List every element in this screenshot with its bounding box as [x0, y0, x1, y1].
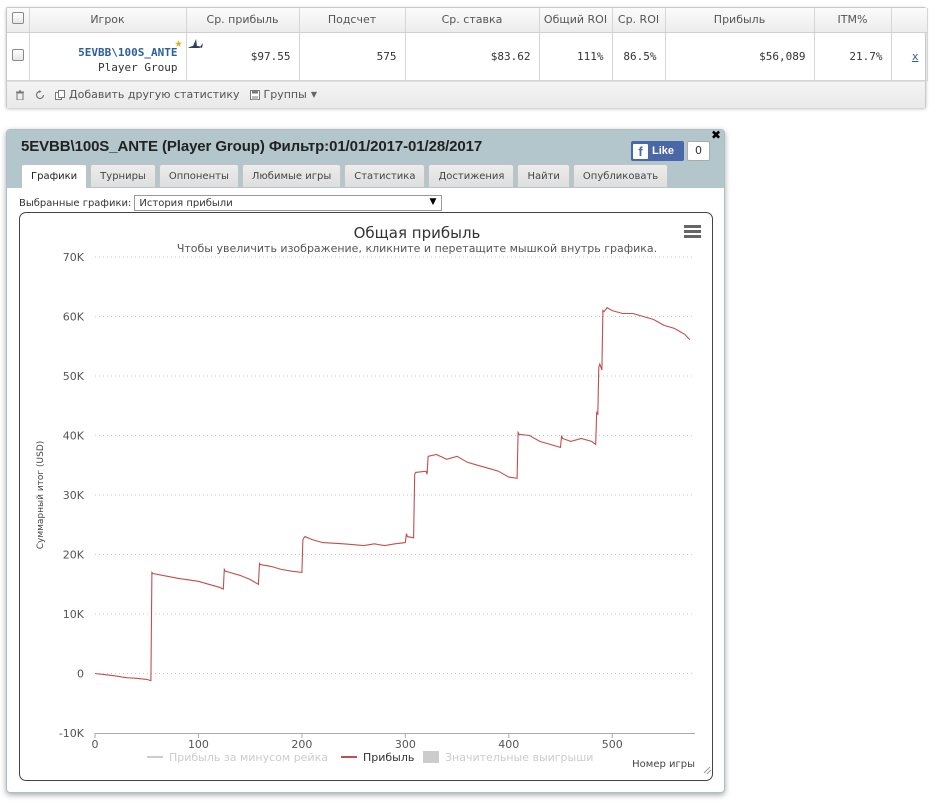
cell-avg-roi: 86.5%: [612, 32, 666, 81]
select-all-cell: [7, 8, 30, 33]
row-checkbox[interactable]: [11, 48, 24, 61]
col-header-count[interactable]: Подсчет: [299, 8, 406, 33]
col-header-avg-stake[interactable]: Ср. ставка: [405, 8, 540, 33]
tab-favorite-games[interactable]: Любимые игры: [241, 164, 342, 187]
y-tick-label: 70K: [63, 251, 85, 264]
copy-icon: [55, 89, 65, 100]
col-header-player[interactable]: Игрок: [29, 8, 187, 33]
tab-tournaments[interactable]: Турниры: [90, 164, 156, 187]
chart-selector-label: Выбранные графики:: [19, 197, 132, 209]
legend-item-profit: Прибыль: [363, 751, 414, 764]
cell-avg-stake: $83.62: [405, 32, 540, 81]
caret-down-icon: ▼: [310, 90, 317, 99]
col-header-itm[interactable]: ITM%: [814, 8, 892, 33]
save-icon: [249, 89, 260, 100]
x-tick-label: 400: [498, 738, 519, 751]
y-tick-label: 50K: [63, 370, 85, 383]
player-cell: ★ 5EVBB\100S_ANTE Player Group: [29, 32, 203, 81]
groups-label: Группы: [263, 88, 307, 101]
profit-series-line: [94, 306, 691, 682]
close-icon[interactable]: ✖: [711, 128, 721, 142]
legend-item-rake: Прибыль за минусом рейка: [169, 751, 328, 764]
table-header-row: Игрок Ср. прибыль Подсчет Ср. ставка Общ…: [7, 8, 928, 33]
col-header-profit[interactable]: Прибыль: [665, 8, 815, 33]
chart-select-value: История прибыли: [139, 197, 233, 209]
chart-title: Общая прибыль: [354, 224, 481, 242]
chart-selector-row: Выбранные графики: История прибыли ▼: [19, 195, 443, 211]
panel-tabs: Графики Турниры Оппоненты Любимые игры С…: [21, 164, 669, 188]
tab-achievements[interactable]: Достижения: [428, 164, 515, 187]
chart-menu-icon-bar-1: [684, 230, 701, 233]
stats-panel: Игрок Ср. прибыль Подсчет Ср. ставка Общ…: [6, 7, 928, 108]
facebook-like-count: 0: [687, 141, 710, 161]
chart-svg[interactable]: Общая прибыльЧтобы увеличить изображение…: [20, 213, 712, 780]
facebook-like-button[interactable]: f Like: [631, 141, 684, 161]
x-axis-label: Номер игры: [632, 759, 695, 770]
player-group-label: Player Group: [98, 61, 178, 74]
legend-swatch-big-wins: [423, 751, 439, 763]
col-header-avg-profit[interactable]: Ср. прибыль: [186, 8, 300, 33]
x-tick-label: 500: [602, 738, 623, 751]
facebook-like-label: Like: [652, 145, 675, 157]
player-name-link[interactable]: 5EVBB\100S_ANTE: [38, 46, 177, 59]
col-header-avg-roi[interactable]: Ср. ROI: [612, 8, 666, 33]
cell-count: 575: [299, 32, 406, 81]
tab-opponents[interactable]: Оппоненты: [158, 164, 239, 187]
col-header-total-roi[interactable]: Общий ROI: [539, 8, 613, 33]
x-tick-label: 200: [291, 738, 312, 751]
legend-item-big-wins: Значительные выигрыши: [445, 751, 593, 764]
y-tick-label: 10K: [63, 608, 85, 621]
tab-publish[interactable]: Опубликовать: [572, 164, 669, 187]
panel-title: 5EVBB\100S_ANTE (Player Group) Фильтр:01…: [21, 138, 483, 155]
stats-toolbar: Добавить другую статистику Группы ▼: [7, 80, 925, 108]
resize-grip-icon: [703, 766, 712, 775]
panel-header: 5EVBB\100S_ANTE (Player Group) Фильтр:01…: [7, 128, 724, 188]
cell-itm: 21.7%: [814, 32, 892, 81]
refresh-button[interactable]: [35, 89, 45, 100]
y-axis-label: Суммарный итог (USD): [36, 441, 46, 550]
tab-find[interactable]: Найти: [517, 164, 570, 187]
chart-select[interactable]: История прибыли ▼: [134, 195, 443, 211]
chart-menu-icon-bar-2: [684, 235, 701, 238]
facebook-icon: f: [633, 143, 648, 159]
y-tick-label: 60K: [63, 311, 85, 324]
col-header-actions: [891, 8, 928, 33]
y-tick-label: 40K: [63, 430, 85, 443]
tab-charts[interactable]: Графики: [21, 164, 88, 188]
select-all-checkbox[interactable]: [11, 12, 24, 25]
x-tick-label: 300: [395, 738, 416, 751]
delete-button[interactable]: [15, 89, 25, 100]
chart-menu-icon-bar-0: [684, 225, 701, 228]
y-tick-label: 20K: [63, 549, 85, 562]
y-tick-label: -10K: [59, 727, 85, 740]
profit-chart[interactable]: Общая прибыль Чтобы увеличить изображение…: [19, 212, 713, 781]
chart-subtitle: Чтобы увеличить изображение, кликните и …: [177, 242, 657, 255]
x-tick-label: 100: [188, 738, 209, 751]
cell-avg-profit: $97.55: [186, 32, 300, 81]
select-arrow-icon: ▼: [429, 197, 437, 207]
add-stat-label: Добавить другую статистику: [69, 88, 240, 101]
remove-row-link[interactable]: x: [912, 50, 919, 63]
add-stat-button[interactable]: Добавить другую статистику: [55, 88, 240, 101]
row-select-cell: [7, 32, 30, 81]
remove-cell: x: [891, 32, 928, 81]
stats-table: Игрок Ср. прибыль Подсчет Ср. ставка Общ…: [7, 8, 928, 81]
y-tick-label: 30K: [63, 489, 85, 502]
cell-total-roi: 111%: [539, 32, 613, 81]
y-tick-label: 0: [77, 668, 84, 681]
x-tick-label: 0: [92, 738, 99, 751]
table-row: ★ 5EVBB\100S_ANTE Player Group $97.55 57…: [7, 32, 928, 81]
player-detail-panel: 5EVBB\100S_ANTE (Player Group) Фильтр:01…: [6, 128, 725, 793]
trash-icon: [16, 89, 24, 100]
groups-dropdown[interactable]: Группы ▼: [249, 88, 317, 101]
star-badge-icon: ★: [174, 35, 183, 51]
tab-statistics[interactable]: Статистика: [344, 164, 426, 187]
cell-profit: $56,089: [665, 32, 815, 81]
refresh-icon: [35, 89, 45, 99]
shark-icon: [187, 38, 203, 48]
